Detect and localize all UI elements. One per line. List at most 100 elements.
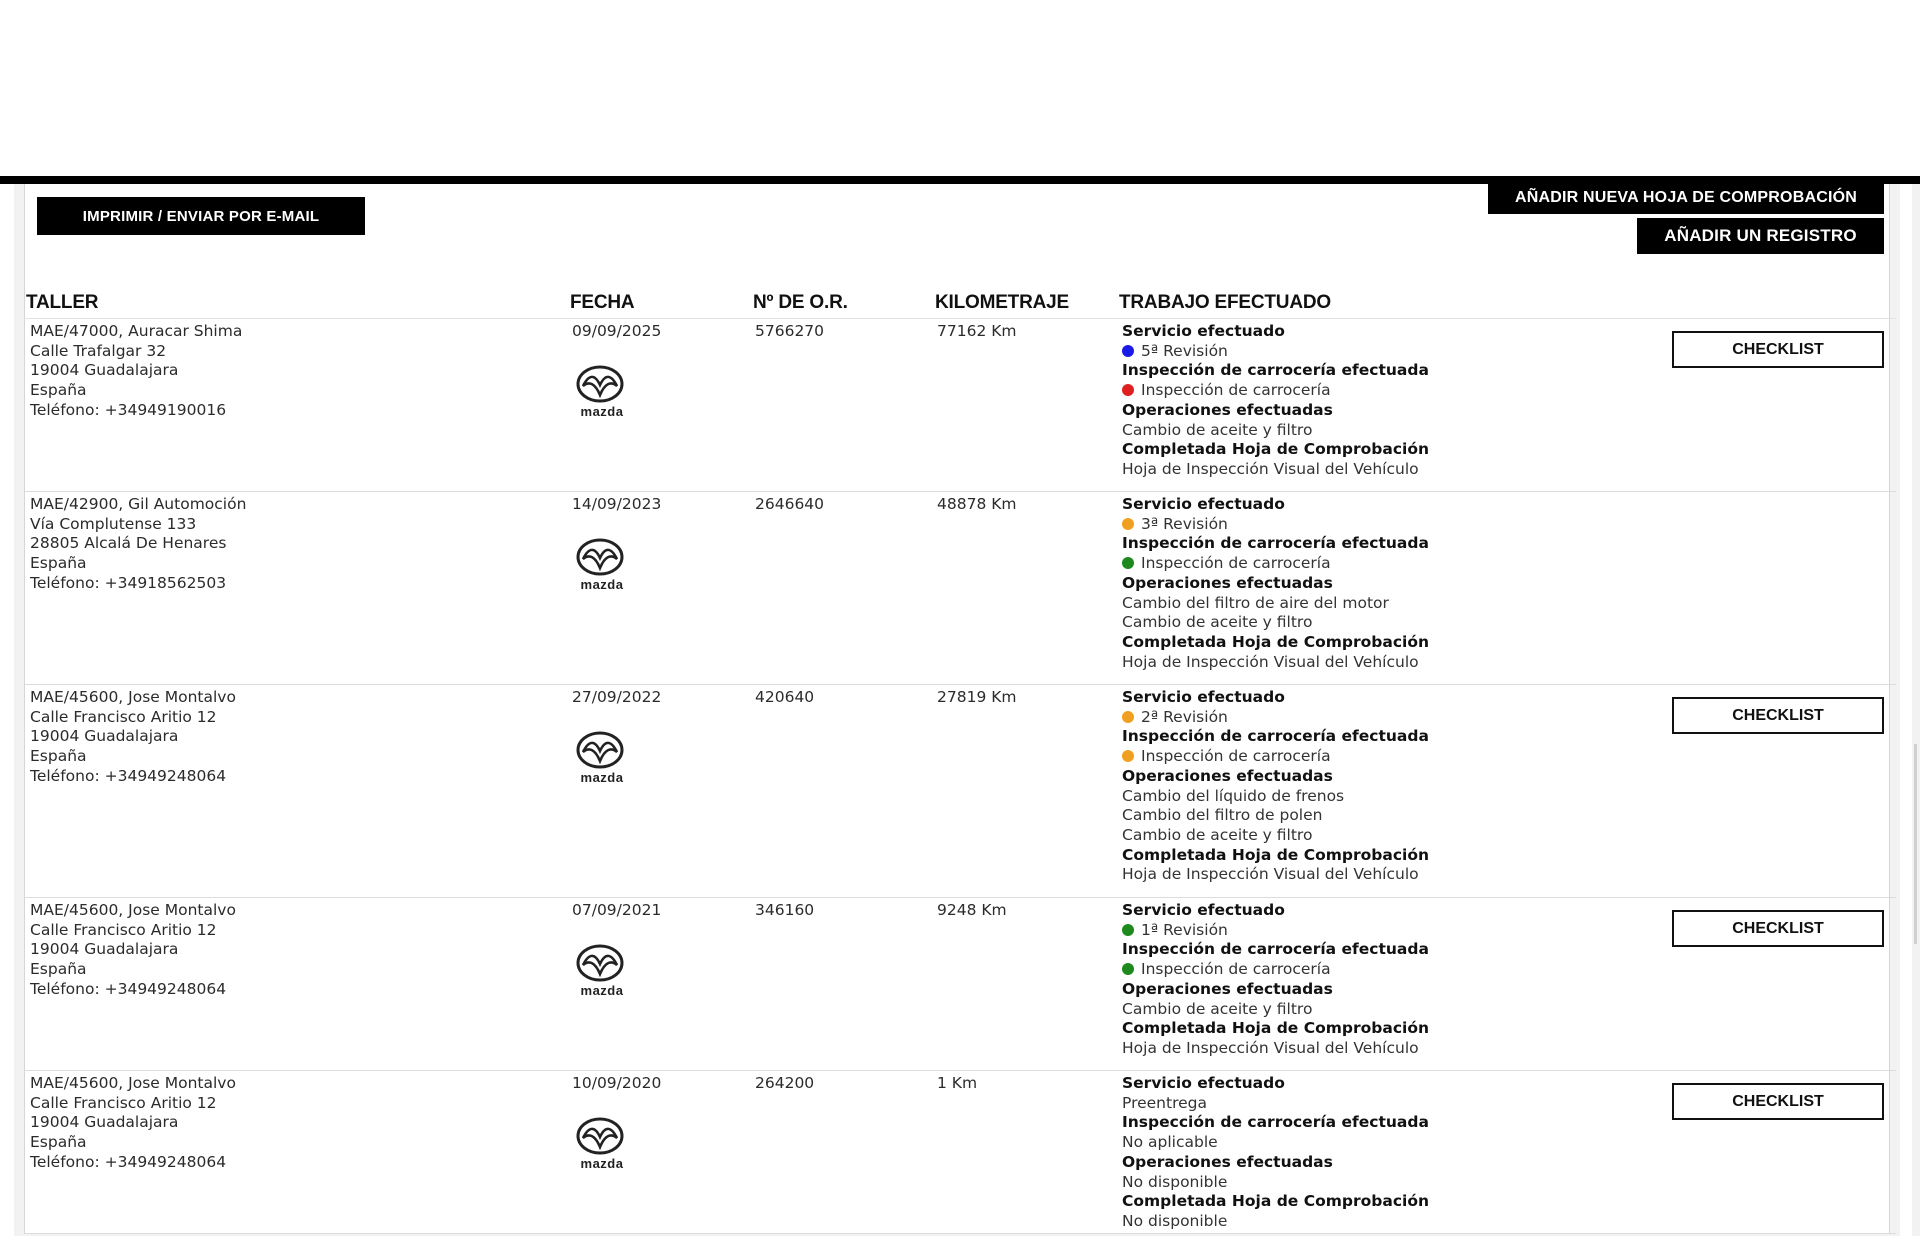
- service-value-text: 2ª Revisión: [1141, 707, 1228, 726]
- operations-label: Operaciones efectuadas: [1122, 1152, 1333, 1171]
- page-top-area: [0, 0, 1920, 176]
- workshop-line: 19004 Guadalajara: [30, 940, 179, 959]
- service-date: 14/09/2023: [572, 495, 662, 513]
- workshop-line: Teléfono: +34918562503: [30, 573, 227, 592]
- mazda-logo: mazda: [572, 943, 634, 999]
- mazda-emblem-icon: [576, 731, 624, 769]
- column-header-kilometraje: KILOMETRAJE: [935, 292, 1069, 313]
- checklist-button[interactable]: CHECKLIST: [1672, 1083, 1884, 1120]
- column-header-fecha: FECHA: [570, 292, 635, 313]
- inspection-value: No aplicable: [1122, 1133, 1682, 1153]
- inspection-value: Inspección de carrocería: [1122, 747, 1682, 767]
- service-value: 1ª Revisión: [1122, 921, 1682, 941]
- checklist-button[interactable]: CHECKLIST: [1672, 331, 1884, 368]
- service-status-dot-icon: [1122, 344, 1134, 357]
- workshop-line: Calle Trafalgar 32: [30, 341, 167, 360]
- row-divider: [24, 1070, 1896, 1071]
- operation-item: Cambio del filtro de aire del motor: [1122, 593, 1389, 612]
- operation-item: Cambio de aceite y filtro: [1122, 613, 1313, 632]
- workshop-line: 28805 Alcalá De Henares: [30, 534, 227, 553]
- add-check-sheet-button[interactable]: AÑADIR NUEVA HOJA DE COMPROBACIÓN: [1488, 182, 1884, 214]
- operations-label: Operaciones efectuadas: [1122, 766, 1333, 785]
- workshop-line: MAE/45600, Jose Montalvo: [30, 1074, 236, 1092]
- service-label: Servicio efectuado: [1122, 901, 1285, 919]
- mazda-wordmark: mazda: [580, 770, 624, 785]
- repair-order-number: 420640: [755, 688, 815, 706]
- check-sheet-label: Completada Hoja de Comprobación: [1122, 845, 1430, 864]
- work-performed: Servicio efectuado 2ª Revisión Inspección …: [1122, 688, 1682, 885]
- workshop-line: España: [30, 960, 87, 979]
- table-row: MAE/45600, Jose Montalvo Calle Francisco …: [24, 901, 1896, 1071]
- workshop-line: España: [30, 554, 87, 573]
- check-sheet-value: Hoja de Inspección Visual del Vehículo: [1122, 459, 1419, 478]
- checklist-button[interactable]: CHECKLIST: [1672, 697, 1884, 734]
- workshop-line: Vía Complutense 133: [30, 514, 197, 533]
- checklist-button[interactable]: CHECKLIST: [1672, 910, 1884, 947]
- add-record-button[interactable]: AÑADIR UN REGISTRO: [1637, 218, 1884, 254]
- column-header-trabajo: TRABAJO EFECTUADO: [1119, 292, 1331, 313]
- service-status-dot-icon: [1122, 710, 1134, 723]
- inspection-label: Inspección de carrocería efectuada: [1122, 940, 1429, 959]
- repair-order-number: 2646640: [755, 495, 825, 513]
- page-scrollbar[interactable]: [1912, 184, 1920, 1236]
- operation-item: Cambio de aceite y filtro: [1122, 999, 1313, 1018]
- service-label: Servicio efectuado: [1122, 1074, 1285, 1092]
- inspection-label: Inspección de carrocería efectuada: [1122, 727, 1429, 746]
- workshop-line: 19004 Guadalajara: [30, 1113, 179, 1132]
- inspection-value-text: Inspección de carrocería: [1141, 381, 1331, 400]
- mileage: 1 Km: [937, 1074, 978, 1092]
- check-sheet-value: Hoja de Inspección Visual del Vehículo: [1122, 1038, 1419, 1057]
- workshop-line: 19004 Guadalajara: [30, 727, 179, 746]
- mileage: 9248 Km: [937, 901, 1007, 919]
- check-sheet-label: Completada Hoja de Comprobación: [1122, 1192, 1430, 1211]
- workshop-line: MAE/45600, Jose Montalvo: [30, 688, 236, 706]
- column-header-taller: TALLER: [26, 292, 99, 313]
- mazda-emblem-icon: [576, 944, 624, 982]
- repair-order-number: 5766270: [755, 322, 825, 340]
- workshop-address: MAE/45600, Jose Montalvo Calle Francisco …: [30, 901, 550, 1000]
- print-email-button[interactable]: IMPRIMIR / ENVIAR POR E-MAIL: [37, 197, 365, 235]
- header-separator: [24, 318, 1896, 319]
- service-value: 5ª Revisión: [1122, 342, 1682, 362]
- inspection-status-dot-icon: [1122, 963, 1134, 976]
- table-row: MAE/47000, Auracar Shima Calle Trafalgar …: [24, 322, 1896, 492]
- service-status-dot-icon: [1122, 517, 1134, 530]
- workshop-line: Teléfono: +34949248064: [30, 766, 227, 785]
- repair-order-number: 264200: [755, 1074, 815, 1092]
- mazda-logo: mazda: [572, 730, 634, 786]
- mazda-wordmark: mazda: [580, 983, 624, 998]
- operation-item: Cambio del líquido de frenos: [1122, 786, 1345, 805]
- check-sheet-value: No disponible: [1122, 1211, 1228, 1230]
- mileage: 77162 Km: [937, 322, 1017, 340]
- inspection-label: Inspección de carrocería efectuada: [1122, 534, 1429, 553]
- service-value: 2ª Revisión: [1122, 708, 1682, 728]
- service-date: 09/09/2025: [572, 322, 662, 340]
- service-value-text: 5ª Revisión: [1141, 341, 1228, 360]
- inspection-status-dot-icon: [1122, 557, 1134, 570]
- workshop-line: Teléfono: +34949248064: [30, 979, 227, 998]
- service-value-text: Preentrega: [1122, 1093, 1207, 1112]
- mazda-logo: mazda: [572, 537, 634, 593]
- workshop-line: Calle Francisco Aritio 12: [30, 707, 217, 726]
- mazda-wordmark: mazda: [580, 1156, 624, 1171]
- mazda-logo: mazda: [572, 1116, 634, 1172]
- inspection-value-text: No aplicable: [1122, 1133, 1218, 1152]
- work-performed: Servicio efectuado 3ª Revisión Inspección …: [1122, 495, 1682, 672]
- operation-item: Cambio del filtro de polen: [1122, 806, 1323, 825]
- service-date: 10/09/2020: [572, 1074, 662, 1092]
- inspection-value-text: Inspección de carrocería: [1141, 554, 1331, 573]
- row-divider: [24, 491, 1896, 492]
- operations-label: Operaciones efectuadas: [1122, 979, 1333, 998]
- inspection-label: Inspección de carrocería efectuada: [1122, 361, 1429, 380]
- service-label: Servicio efectuado: [1122, 322, 1285, 340]
- workshop-line: Teléfono: +34949248064: [30, 1152, 227, 1171]
- workshop-line: MAE/47000, Auracar Shima: [30, 322, 243, 340]
- operation-item: Cambio de aceite y filtro: [1122, 825, 1313, 844]
- service-value: Preentrega: [1122, 1094, 1682, 1114]
- inspection-value: Inspección de carrocería: [1122, 554, 1682, 574]
- scrollbar-thumb[interactable]: [1914, 744, 1917, 944]
- mazda-wordmark: mazda: [580, 404, 624, 419]
- service-date: 27/09/2022: [572, 688, 662, 706]
- check-sheet-label: Completada Hoja de Comprobación: [1122, 1019, 1430, 1038]
- workshop-line: Calle Francisco Aritio 12: [30, 920, 217, 939]
